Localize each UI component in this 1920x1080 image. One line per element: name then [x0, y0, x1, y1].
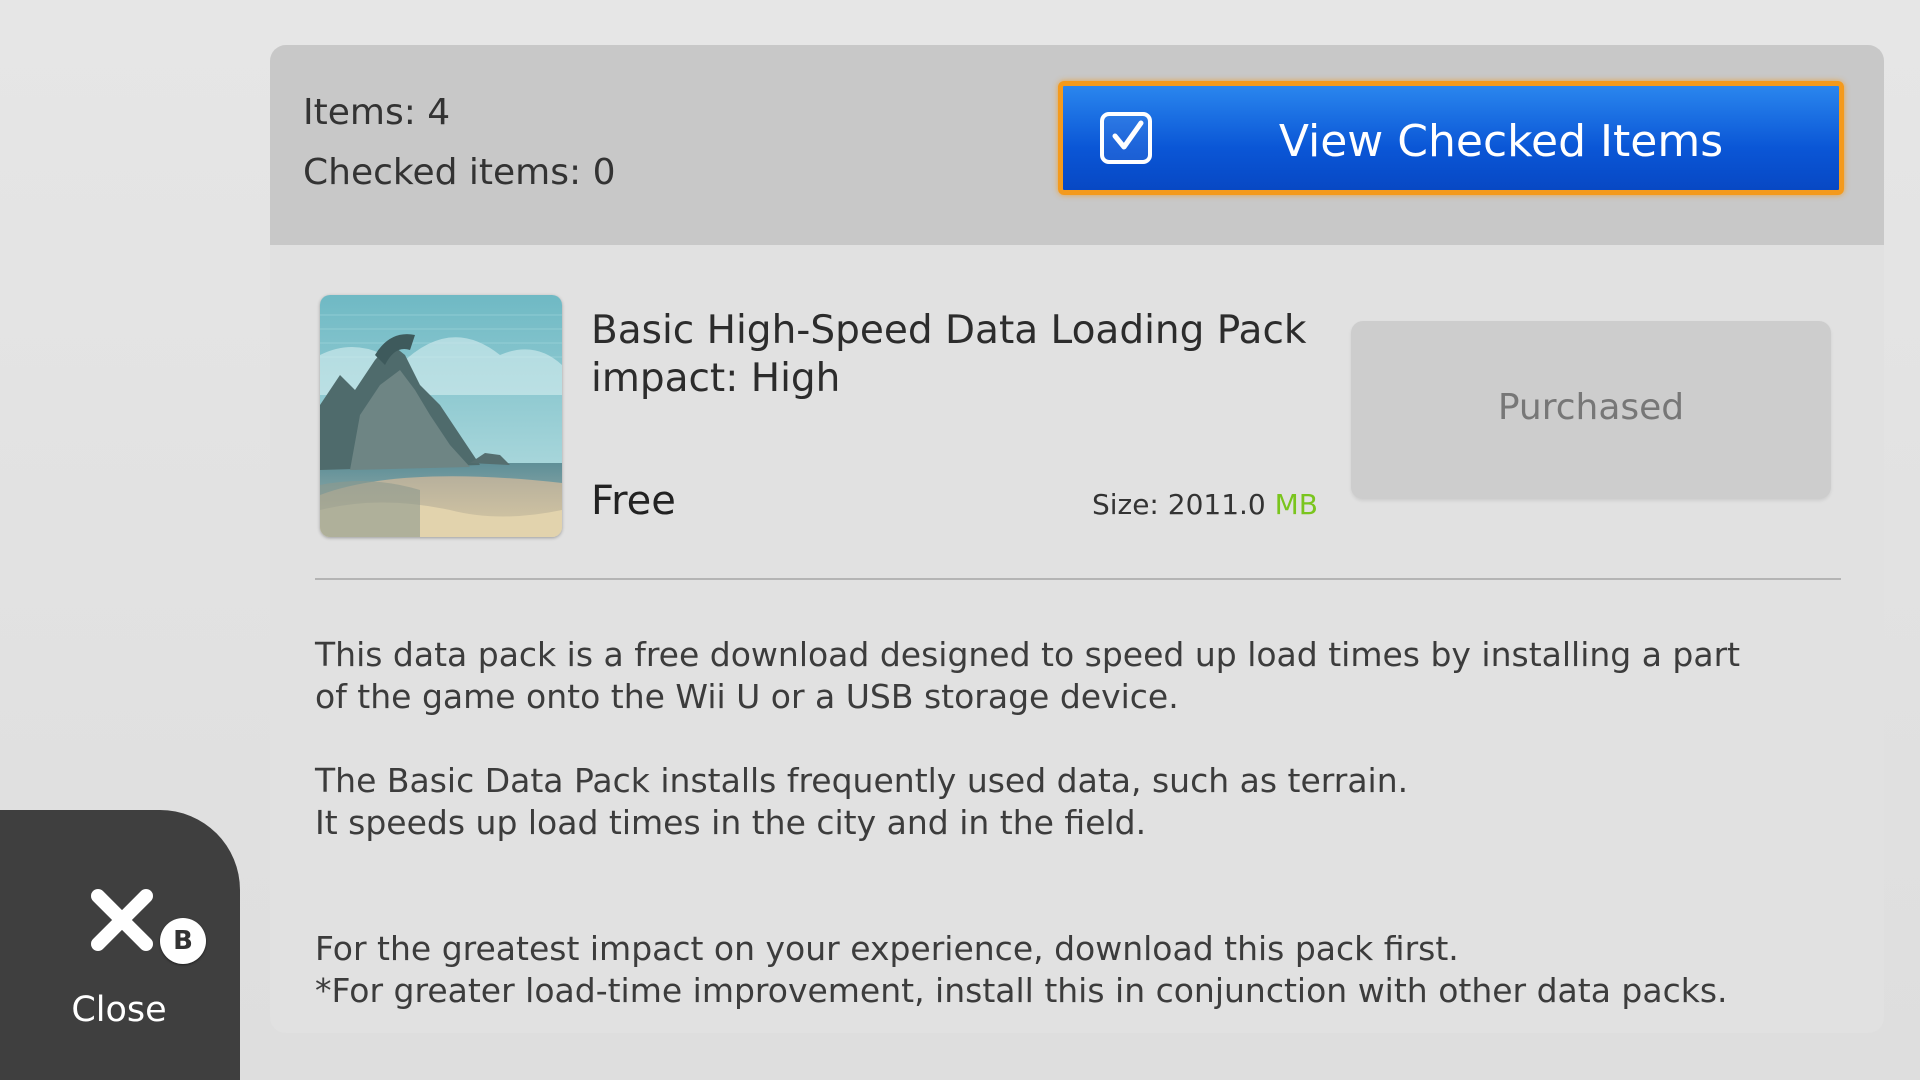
panel-header: Items: 4 Checked items: 0 View Checked I…	[270, 45, 1884, 245]
items-count-text: Items: 4	[303, 92, 451, 133]
view-checked-items-label: View Checked Items	[1278, 116, 1724, 167]
description-line: This data pack is a free download design…	[315, 635, 1741, 674]
view-checked-items-button[interactable]: View Checked Items	[1058, 81, 1844, 195]
item-detail-panel: Items: 4 Checked items: 0 View Checked I…	[270, 45, 1884, 1033]
description-paragraph-3: For the greatest impact on your experien…	[315, 928, 1855, 1012]
description-paragraph-1: This data pack is a free download design…	[315, 634, 1855, 718]
item-thumbnail	[320, 295, 562, 537]
item-title: Basic High-Speed Data Loading Pack impac…	[591, 307, 1331, 403]
close-button[interactable]: B Close	[0, 810, 240, 1080]
divider	[315, 578, 1841, 580]
item-size: Size: 2011.0 MB	[1092, 488, 1318, 521]
description-line: The Basic Data Pack installs frequently …	[315, 761, 1409, 800]
item-price: Free	[591, 478, 676, 524]
description-line: of the game onto the Wii U or a USB stor…	[315, 677, 1179, 716]
item-size-unit: MB	[1274, 488, 1318, 521]
description-line: For the greatest impact on your experien…	[315, 929, 1459, 968]
checkbox-checked-icon	[1100, 112, 1152, 164]
purchased-button-label: Purchased	[1497, 387, 1685, 428]
item-size-label: Size: 2011.0	[1091, 488, 1275, 521]
description-paragraph-2: The Basic Data Pack installs frequently …	[315, 760, 1855, 844]
purchased-button[interactable]: Purchased	[1351, 321, 1831, 499]
b-button-icon: B	[160, 918, 206, 964]
checked-items-count-text: Checked items: 0	[303, 152, 616, 193]
item-counts: Items: 4 Checked items: 0	[303, 83, 615, 203]
close-label: Close	[71, 990, 167, 1030]
eshop-screen: Items: 4 Checked items: 0 View Checked I…	[0, 0, 1920, 1080]
item-title-line-1: Basic High-Speed Data Loading Pack	[591, 308, 1307, 353]
description-line: *For greater load-time improvement, inst…	[315, 971, 1728, 1010]
item-title-line-2: impact: High	[591, 356, 841, 401]
close-x-icon	[90, 888, 154, 956]
description-line: It speeds up load times in the city and …	[315, 803, 1147, 842]
